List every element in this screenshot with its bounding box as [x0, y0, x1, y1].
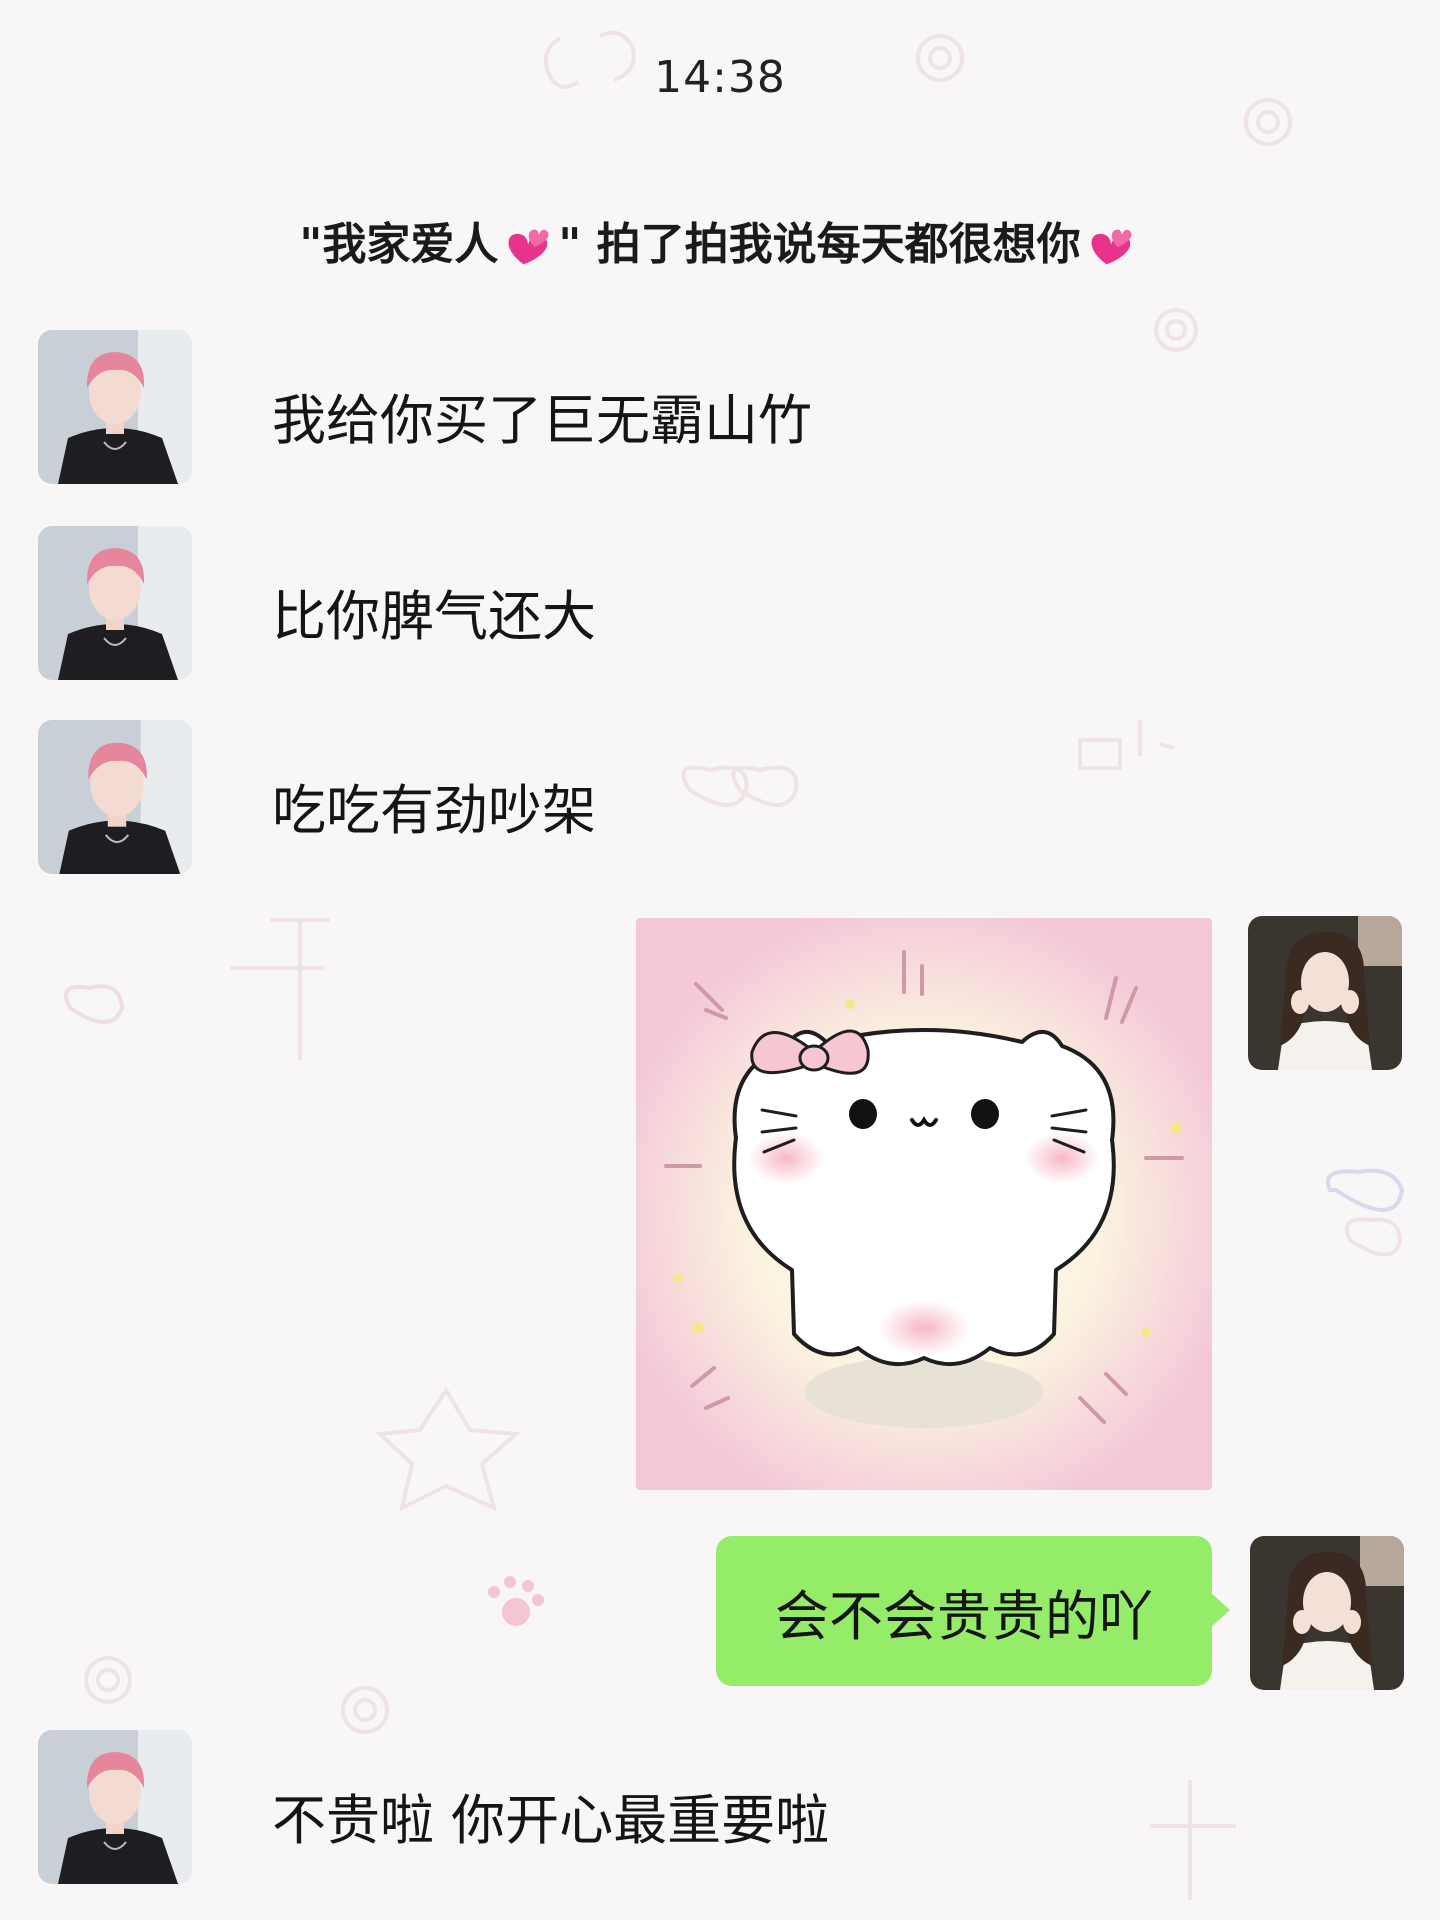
pink-hearts-icon	[1091, 229, 1132, 265]
received-message-text[interactable]: 比你脾气还大	[272, 572, 596, 651]
pat-notice: "我家爱人 " 拍了拍我说每天都很想你	[0, 208, 1440, 272]
sent-message-bubble[interactable]: 会不会贵贵的吖	[716, 1536, 1230, 1686]
my-avatar[interactable]	[1250, 1536, 1404, 1690]
message-timestamp: 14:38	[654, 52, 786, 103]
chat-screen: 14:38 "我家爱人 " 拍了拍我说每天都很想你 我给你买了巨无霸山竹 比你脾气…	[0, 0, 1440, 1920]
received-message-text[interactable]: 不贵啦 你开心最重要啦	[272, 1776, 829, 1855]
bubble-tail	[1210, 1592, 1230, 1628]
contact-avatar[interactable]	[38, 330, 192, 484]
sent-message-text: 会不会贵贵的吖	[775, 1584, 1153, 1648]
pat-notice-sender: "我家爱人	[299, 219, 499, 270]
my-avatar[interactable]	[1248, 916, 1402, 1070]
contact-avatar[interactable]	[38, 720, 192, 874]
pink-hearts-icon	[508, 229, 549, 265]
contact-avatar[interactable]	[38, 1730, 192, 1884]
received-message-text[interactable]: 我给你买了巨无霸山竹	[272, 376, 812, 455]
contact-avatar[interactable]	[38, 526, 192, 680]
received-message-text[interactable]: 吃吃有劲吵架	[272, 766, 596, 845]
pat-notice-text: " 拍了拍我说每天都很想你	[558, 219, 1081, 270]
cat-sticker-image[interactable]	[636, 918, 1212, 1490]
